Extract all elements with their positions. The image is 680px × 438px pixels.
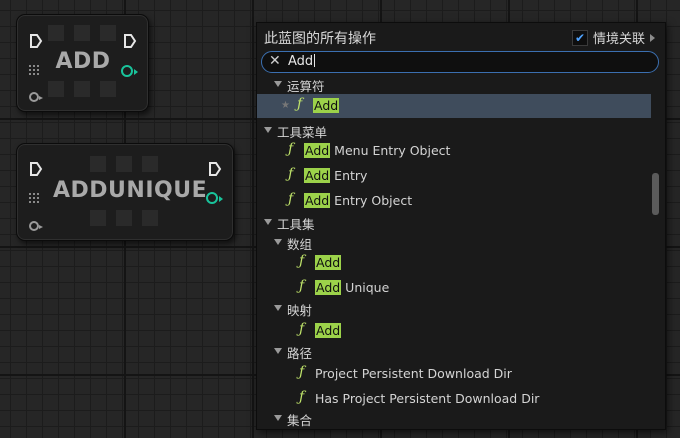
node-decoration (142, 210, 158, 226)
list-item[interactable]: ƒ Add Entry Object (257, 188, 651, 213)
item-label: Add Entry Object (304, 193, 412, 208)
search-highlight: Add (304, 168, 331, 183)
function-f-icon: ƒ (297, 96, 303, 112)
input-pin-icon[interactable] (29, 92, 43, 102)
add-node[interactable]: ADD (16, 14, 149, 112)
item-label: Project Persistent Download Dir (315, 366, 512, 381)
search-highlight: Add (315, 255, 342, 270)
output-pin-icon[interactable] (206, 192, 223, 204)
item-label: Add (313, 98, 340, 113)
exec-in-pin-icon[interactable] (29, 33, 43, 49)
item-label: Add Unique (315, 280, 389, 295)
search-highlight: Add (313, 98, 340, 113)
triangle-down-icon[interactable] (274, 239, 282, 245)
function-f-icon: ƒ (299, 321, 305, 337)
node-decoration (74, 25, 90, 41)
menu-title: 此蓝图的所有操作 (264, 31, 376, 47)
list-item[interactable]: ƒ Add Menu Entry Object (257, 138, 651, 163)
item-label-rest: Entry (330, 168, 368, 183)
list-item[interactable]: ★ ƒ Add (257, 94, 651, 118)
triangle-down-icon[interactable] (274, 305, 282, 311)
category-label: 集合 (287, 413, 313, 427)
exec-out-pin-icon[interactable] (208, 161, 222, 177)
list-item[interactable]: ƒ Add (257, 250, 651, 275)
output-pin-icon[interactable] (121, 65, 138, 77)
scrollbar-track[interactable] (651, 75, 661, 427)
list-item[interactable]: ƒ Project Persistent Download Dir (257, 361, 651, 386)
node-decoration (100, 81, 116, 97)
node-title: ADDUNIQUE (53, 178, 208, 203)
category-label: 映射 (287, 303, 313, 318)
category-row[interactable]: 集合 (257, 407, 651, 427)
input-pin-icon[interactable] (29, 221, 43, 231)
node-decoration (116, 156, 132, 172)
exec-in-pin-icon[interactable] (29, 161, 43, 177)
function-f-icon: ƒ (288, 166, 294, 182)
node-decoration (74, 81, 90, 97)
category-row[interactable]: 路径 (257, 340, 651, 362)
star-icon[interactable]: ★ (281, 100, 290, 111)
item-label: Add Menu Entry Object (304, 143, 450, 158)
function-f-icon: ƒ (288, 191, 294, 207)
triangle-down-icon[interactable] (264, 219, 272, 225)
item-label: Add (315, 323, 342, 338)
node-decoration (116, 210, 132, 226)
exec-out-pin-icon[interactable] (123, 33, 137, 49)
context-sensitive-toggle[interactable]: ✔ 情境关联 (571, 28, 655, 47)
node-title: ADD (55, 49, 111, 74)
scrollbar-thumb[interactable] (652, 173, 659, 215)
node-decoration (48, 25, 64, 41)
category-row[interactable]: 映射 (257, 297, 651, 319)
item-label-rest: Unique (341, 280, 390, 295)
node-decoration (90, 210, 106, 226)
item-label: Has Project Persistent Download Dir (315, 391, 540, 406)
search-highlight: Add (315, 280, 342, 295)
search-highlight: Add (304, 143, 331, 158)
triangle-down-icon[interactable] (274, 415, 282, 421)
addunique-node[interactable]: ADDUNIQUE (16, 143, 234, 241)
function-f-icon: ƒ (288, 141, 294, 157)
item-label: Add Entry (304, 168, 367, 183)
function-f-icon: ƒ (299, 389, 305, 405)
search-highlight: Add (304, 193, 331, 208)
node-decoration (48, 81, 64, 97)
category-row[interactable]: 工具集 (257, 211, 651, 233)
category-label: 路径 (287, 346, 313, 361)
chevron-right-icon[interactable] (650, 33, 655, 42)
grip-dots-icon (29, 193, 39, 203)
search-input[interactable]: ✕ Add (261, 51, 659, 73)
node-decoration (142, 156, 158, 172)
triangle-down-icon[interactable] (274, 348, 282, 354)
checkbox-checked-icon[interactable]: ✔ (571, 29, 588, 46)
search-highlight: Add (315, 323, 342, 338)
item-label: Add (315, 255, 342, 270)
triangle-down-icon[interactable] (264, 127, 272, 133)
list-item[interactable]: ƒ Add Entry (257, 163, 651, 188)
node-decoration (100, 25, 116, 41)
category-label: 运算符 (287, 79, 325, 94)
item-label-rest: Entry Object (330, 193, 413, 208)
function-f-icon: ƒ (299, 253, 305, 269)
grip-dots-icon (29, 65, 39, 75)
close-icon[interactable]: ✕ (269, 53, 281, 69)
function-f-icon: ƒ (299, 364, 305, 380)
item-label-rest: Menu Entry Object (330, 143, 451, 158)
triangle-down-icon[interactable] (274, 81, 282, 87)
function-f-icon: ƒ (299, 278, 305, 294)
node-decoration (90, 156, 106, 172)
category-row[interactable]: 运算符 (257, 75, 651, 94)
search-value[interactable]: Add (288, 54, 315, 69)
blueprint-action-menu: 此蓝图的所有操作 ✔ 情境关联 ✕ Add 运算符 ★ ƒ Add 工具菜单 ƒ… (256, 22, 666, 430)
action-list: 运算符 ★ ƒ Add 工具菜单 ƒ Add Menu Entry Object… (257, 75, 651, 427)
context-sensitive-label: 情境关联 (592, 32, 645, 47)
